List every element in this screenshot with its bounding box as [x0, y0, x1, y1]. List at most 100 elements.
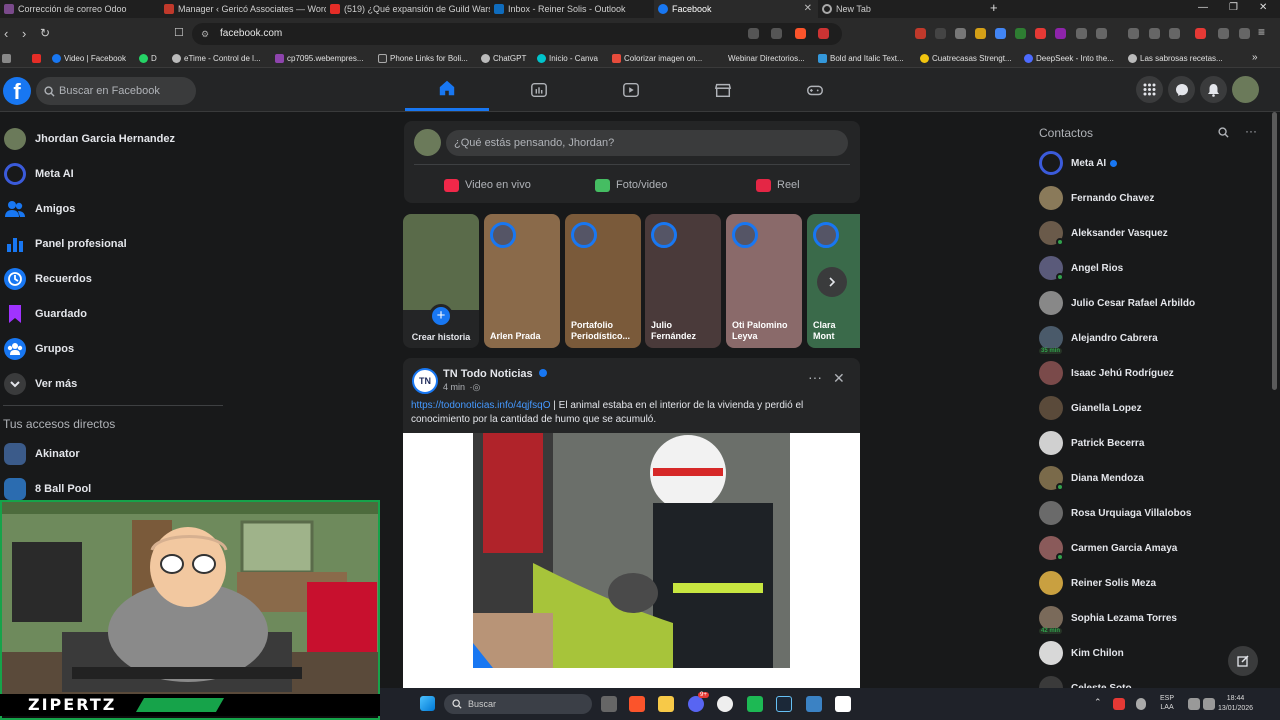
brave-rewards-icon[interactable]: [818, 28, 829, 39]
sidebar-item-saved[interactable]: Guardado: [4, 299, 87, 329]
bookmark-item[interactable]: Cuatrecasas Strengt...: [920, 54, 1012, 63]
bookmark-item[interactable]: Bold and Italic Text...: [818, 54, 904, 63]
bookmark-item[interactable]: Las sabrosas recetas...: [1128, 54, 1223, 63]
story-card[interactable]: Arlen Prada: [484, 214, 560, 348]
contact-item[interactable]: Patrick Becerra: [1039, 428, 1144, 458]
sidebar-item-memories[interactable]: Recuerdos: [4, 264, 92, 294]
extension-icon[interactable]: [955, 28, 966, 39]
app-icon[interactable]: [835, 696, 851, 712]
post-image[interactable]: [473, 433, 790, 668]
story-card[interactable]: Portafolio Periodístico...: [565, 214, 641, 348]
sidebar-item-friends[interactable]: Amigos: [4, 194, 75, 224]
profile-avatar[interactable]: [1232, 76, 1259, 103]
minimize-button[interactable]: —: [1198, 2, 1208, 13]
tab-marketplace[interactable]: [681, 68, 765, 111]
vpn-icon[interactable]: [1239, 28, 1250, 39]
messenger-button[interactable]: [1168, 76, 1195, 103]
back-button[interactable]: ‹: [4, 26, 8, 41]
extension-icon[interactable]: [1055, 28, 1066, 39]
downloads-icon[interactable]: [1128, 28, 1139, 39]
contact-item[interactable]: 42 min Sophia Lezama Torres: [1039, 603, 1177, 634]
app-icon[interactable]: [717, 696, 733, 712]
sidebar-item-dashboard[interactable]: Panel profesional: [4, 229, 127, 259]
contact-item[interactable]: Julio Cesar Rafael Arbildo: [1039, 288, 1195, 318]
contact-item[interactable]: Angel Rios: [1039, 253, 1123, 283]
sidebar-item-see-more[interactable]: Ver más: [4, 369, 77, 399]
bookmark-item[interactable]: Inicio - Canva: [537, 54, 598, 63]
contact-item[interactable]: Kim Chilon: [1039, 638, 1124, 668]
volume-icon[interactable]: [1203, 698, 1215, 710]
sidebar-item-meta-ai[interactable]: Meta AI: [4, 159, 74, 189]
new-message-button[interactable]: [1228, 646, 1258, 676]
extension-icon[interactable]: [1096, 28, 1107, 39]
page-logo[interactable]: TN: [412, 368, 438, 394]
contact-item[interactable]: Aleksander Vasquez: [1039, 218, 1168, 248]
steam-icon[interactable]: [776, 696, 792, 712]
sidebar-icon[interactable]: [1169, 28, 1180, 39]
live-video-button[interactable]: Video en vivo: [444, 175, 531, 195]
search-input[interactable]: [36, 77, 196, 105]
extension-icon[interactable]: [935, 28, 946, 39]
share-icon[interactable]: [771, 28, 782, 39]
extension-icon[interactable]: [915, 28, 926, 39]
app-icon[interactable]: [806, 696, 822, 712]
browser-tab-active[interactable]: Facebook ✕: [654, 0, 818, 18]
reload-button[interactable]: ↻: [40, 26, 50, 40]
contact-item[interactable]: Rosa Urquiaga Villalobos: [1039, 498, 1191, 528]
brave-icon[interactable]: [629, 696, 645, 712]
contact-item[interactable]: 35 min Alejandro Cabrera: [1039, 323, 1158, 354]
bookmark-item[interactable]: Webinar Directorios...: [716, 54, 805, 63]
discord-icon[interactable]: [688, 696, 704, 712]
bookmark-item[interactable]: Phone Links for Boli...: [378, 54, 468, 63]
browser-tab[interactable]: Manager ‹ Gericó Associates — Word: [160, 0, 326, 18]
post-page-name[interactable]: TN Todo Noticias: [443, 368, 547, 380]
brave-shield-icon[interactable]: [795, 28, 806, 39]
stories-next-button[interactable]: [817, 267, 847, 297]
close-tab-icon[interactable]: ✕: [804, 3, 812, 14]
bookmark-item[interactable]: Video | Facebook: [52, 54, 126, 63]
menu-button[interactable]: [1136, 76, 1163, 103]
contact-item[interactable]: Meta AI: [1039, 148, 1118, 178]
extension-icon[interactable]: [975, 28, 986, 39]
create-story-card[interactable]: + Crear historia: [403, 214, 479, 348]
extension-icon[interactable]: [995, 28, 1006, 39]
facebook-logo[interactable]: f: [3, 77, 31, 105]
browser-tab[interactable]: Corrección de correo Odoo: [0, 0, 160, 18]
tab-video[interactable]: [497, 68, 581, 111]
tray-overflow-icon[interactable]: ⌃: [1094, 697, 1102, 708]
contact-item[interactable]: Diana Mendoza: [1039, 463, 1144, 493]
language-indicator[interactable]: ESP LAA: [1160, 694, 1174, 712]
post-link[interactable]: https://todonoticias.info/4qjfsqO: [411, 400, 551, 411]
extension-icon[interactable]: [1218, 28, 1229, 39]
composer-input[interactable]: ¿Qué estás pensando, Jhordan?: [446, 130, 848, 156]
bookmark-item[interactable]: Colorizar imagen on...: [612, 54, 702, 63]
extension-icon[interactable]: [1015, 28, 1026, 39]
tab-home[interactable]: [405, 68, 489, 111]
url-field[interactable]: ⚙ facebook.com: [192, 23, 842, 45]
contact-item[interactable]: Fernando Chavez: [1039, 183, 1154, 213]
notifications-button[interactable]: [1200, 76, 1227, 103]
forward-button[interactable]: ›: [22, 26, 26, 41]
task-view-icon[interactable]: [601, 696, 617, 712]
post-time[interactable]: 4 min: [443, 382, 465, 392]
more-options-icon[interactable]: ···: [808, 369, 822, 385]
close-icon[interactable]: ✕: [833, 370, 845, 387]
extensions-puzzle-icon[interactable]: [1076, 28, 1087, 39]
bookmark-item[interactable]: ChatGPT: [481, 54, 526, 63]
contact-item[interactable]: Isaac Jehú Rodríguez: [1039, 358, 1174, 388]
sidebar-item-profile[interactable]: Jhordan Garcia Hernandez: [4, 124, 175, 154]
site-info-icon[interactable]: ⚙: [201, 23, 209, 45]
clock[interactable]: 18:44 13/01/2026: [1218, 694, 1253, 714]
search-icon[interactable]: [1218, 127, 1229, 138]
bookmark-icon[interactable]: ☐: [174, 26, 184, 39]
browser-tab[interactable]: (519) ¿Qué expansión de Guild Wars: [326, 0, 490, 18]
shortcut-item[interactable]: Akinator: [4, 439, 80, 469]
browser-tab[interactable]: New Tab: [818, 0, 978, 18]
taskbar-search-input[interactable]: Buscar: [444, 694, 592, 714]
app-icon[interactable]: [747, 696, 763, 712]
windows-start-icon[interactable]: [420, 696, 435, 711]
bookmark-item[interactable]: eTime - Control de l...: [172, 54, 261, 63]
microphone-icon[interactable]: [1136, 698, 1146, 710]
bookmark-item[interactable]: [32, 54, 44, 63]
tray-icon[interactable]: [1113, 698, 1125, 710]
